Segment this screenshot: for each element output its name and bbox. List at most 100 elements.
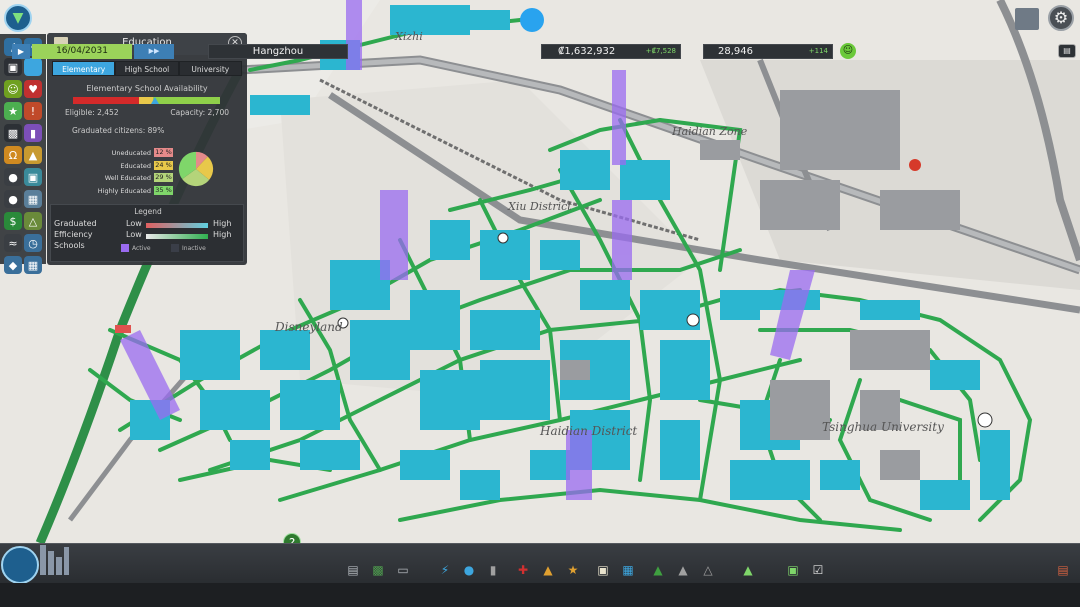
districts-icon[interactable]: ▭	[395, 562, 411, 578]
district-label: Tsinghua University	[822, 420, 944, 434]
nature-info-icon[interactable]: △	[24, 212, 42, 230]
district-label: Haidian Zone	[672, 125, 748, 138]
city-name[interactable]: Hangzhou	[208, 44, 348, 59]
speed-button[interactable]: ▶▶	[134, 44, 174, 59]
legend: Legend Graduated Low High Efficiency Low…	[50, 204, 244, 262]
healthcare-icon[interactable]: ✚	[515, 562, 531, 578]
happiness-info-icon[interactable]: ☺	[4, 80, 22, 98]
graduated-gradient	[146, 223, 208, 228]
legend-low-label: Low	[126, 219, 142, 228]
eligible-count: Eligible: 2,452	[65, 108, 119, 117]
transport-info-icon[interactable]: ▩	[4, 124, 22, 142]
fire-icon[interactable]: ▲	[540, 562, 556, 578]
education-panel: Education ✕ Elementary High School Unive…	[47, 33, 247, 265]
availability-bar	[73, 97, 220, 104]
graduated-citizens: Graduated citizens: 89%	[72, 126, 165, 135]
money-display[interactable]: ₡1,632,932 +₡7,528	[541, 44, 681, 59]
legend-low-label: Low	[126, 230, 142, 239]
noise-info-icon[interactable]: Ω	[4, 146, 22, 164]
efficiency-gradient	[146, 234, 208, 239]
monuments-icon[interactable]: ▲	[675, 562, 691, 578]
free-camera-button[interactable]: ▤	[1058, 44, 1076, 58]
build-menu-bar: ▤ ▩ ▭ ⚡ ● ▮ ✚ ▲ ★ ▣ ▦ ▲ ▲ △ ▲ ▣ ☑ ▤	[0, 543, 1080, 583]
uneducated-row: Uneducated 12 %	[112, 148, 173, 157]
active-label: Active	[132, 245, 151, 252]
citizen-info-icon[interactable]: ●	[4, 190, 22, 208]
capacity-count: Capacity: 2,700	[170, 108, 229, 117]
chirper-icon[interactable]: ▼	[4, 4, 32, 32]
info-views-toolbar: / • ▣ ☺ ♥ ★ ! ▩ ▮ Ω ▲ ● ▣ ● ▦ $ △ ≈ ◷ ◆ …	[0, 34, 46, 274]
wind-info-icon[interactable]: ≈	[4, 234, 22, 252]
legend-high-label: High	[213, 219, 232, 228]
tab-university[interactable]: University	[178, 61, 242, 76]
education-tabs: Elementary High School University	[52, 61, 242, 76]
money-info-icon[interactable]: $	[4, 212, 22, 230]
money-delta: +₡7,528	[645, 47, 676, 55]
uneducated-label: Uneducated	[111, 148, 151, 157]
bulldozer-icon[interactable]: ▤	[1055, 562, 1071, 578]
game-screen: { "map": { "districts": ["Xizhi", "Haidi…	[0, 0, 1080, 607]
population-value: 28,946	[718, 46, 753, 57]
electricity-icon[interactable]: ⚡	[437, 562, 453, 578]
tab-elementary[interactable]: Elementary	[52, 61, 116, 76]
public-transport-icon[interactable]: ▦	[620, 562, 636, 578]
fire-info-icon[interactable]: ▲	[24, 146, 42, 164]
tourism-info-icon[interactable]: ▣	[24, 168, 42, 186]
roads-icon[interactable]: ▤	[345, 562, 361, 578]
district-label: Haidian District	[540, 424, 638, 438]
legend-high-label: High	[213, 230, 232, 239]
police-icon[interactable]: ★	[565, 562, 581, 578]
educated-label: Educated	[120, 161, 151, 170]
status-bar	[0, 583, 1080, 607]
uneducated-value: 12 %	[154, 148, 173, 157]
legend-schools-label: Schools	[54, 241, 85, 250]
tab-high-school[interactable]: High School	[115, 61, 179, 76]
population-info-icon[interactable]: ●	[4, 168, 22, 186]
educated-row: Educated 24 %	[120, 161, 173, 170]
beautification-icon[interactable]: ▲	[650, 562, 666, 578]
well-educated-label: Well Educated	[104, 173, 151, 182]
legend-title: Legend	[134, 207, 162, 216]
time-info-icon[interactable]: ◷	[24, 234, 42, 252]
highly-educated-row: Highly Educated 35 %	[98, 186, 173, 195]
money-value: ₡1,632,932	[558, 46, 616, 57]
education-icon[interactable]: ▣	[595, 562, 611, 578]
game-date: 16/04/2031	[32, 44, 132, 59]
zoning-icon[interactable]: ▩	[370, 562, 386, 578]
educated-value: 24 %	[154, 161, 173, 170]
skyline-icon	[1, 545, 69, 583]
city-info-icon[interactable]	[1015, 8, 1039, 30]
inactive-swatch	[171, 244, 179, 252]
traffic-info-icon[interactable]: ▦	[24, 190, 42, 208]
policies-icon[interactable]: ☑	[810, 562, 826, 578]
active-swatch	[121, 244, 129, 252]
education-view-icon[interactable]: ▮	[24, 124, 42, 142]
availability-title: Elementary School Availability	[86, 84, 208, 93]
wonders-icon[interactable]: △	[700, 562, 716, 578]
district-label: Disneyland	[275, 320, 343, 334]
inactive-label: Inactive	[182, 245, 206, 252]
education-info-icon[interactable]: ▣	[4, 58, 22, 76]
well-educated-value: 29 %	[154, 173, 173, 182]
bottom-toolbar: ▤ ▩ ▭ ⚡ ● ▮ ✚ ▲ ★ ▣ ▦ ▲ ▲ △ ▲ ▣ ☑ ▤	[0, 543, 1080, 607]
landscaping-icon[interactable]: ▲	[740, 562, 756, 578]
health-info-icon[interactable]: ♥	[24, 80, 42, 98]
crime-info-icon[interactable]: !	[24, 102, 42, 120]
garbage-icon[interactable]: ▮	[485, 562, 501, 578]
happiness-icon[interactable]: ☺	[840, 43, 856, 59]
water-icon[interactable]: ●	[461, 562, 477, 578]
legend-graduated-label: Graduated	[54, 219, 97, 228]
population-display[interactable]: 28,946 +114	[703, 44, 833, 59]
well-educated-row: Well Educated 29 %	[105, 173, 173, 182]
population-delta: +114	[808, 47, 828, 55]
play-pause-button[interactable]: ▶	[12, 44, 30, 59]
district-label: Xizhi	[395, 30, 423, 43]
terrain-info-icon[interactable]: ◆	[4, 256, 22, 274]
highly-educated-label: Highly Educated	[97, 186, 151, 195]
highly-educated-value: 35 %	[154, 186, 173, 195]
landvalue-info-icon[interactable]: ★	[4, 102, 22, 120]
active-view-icon[interactable]	[24, 58, 42, 76]
gear-icon[interactable]: ⚙	[1048, 5, 1074, 31]
districts-info-icon[interactable]: ▦	[24, 256, 42, 274]
money-icon[interactable]: ▣	[785, 562, 801, 578]
